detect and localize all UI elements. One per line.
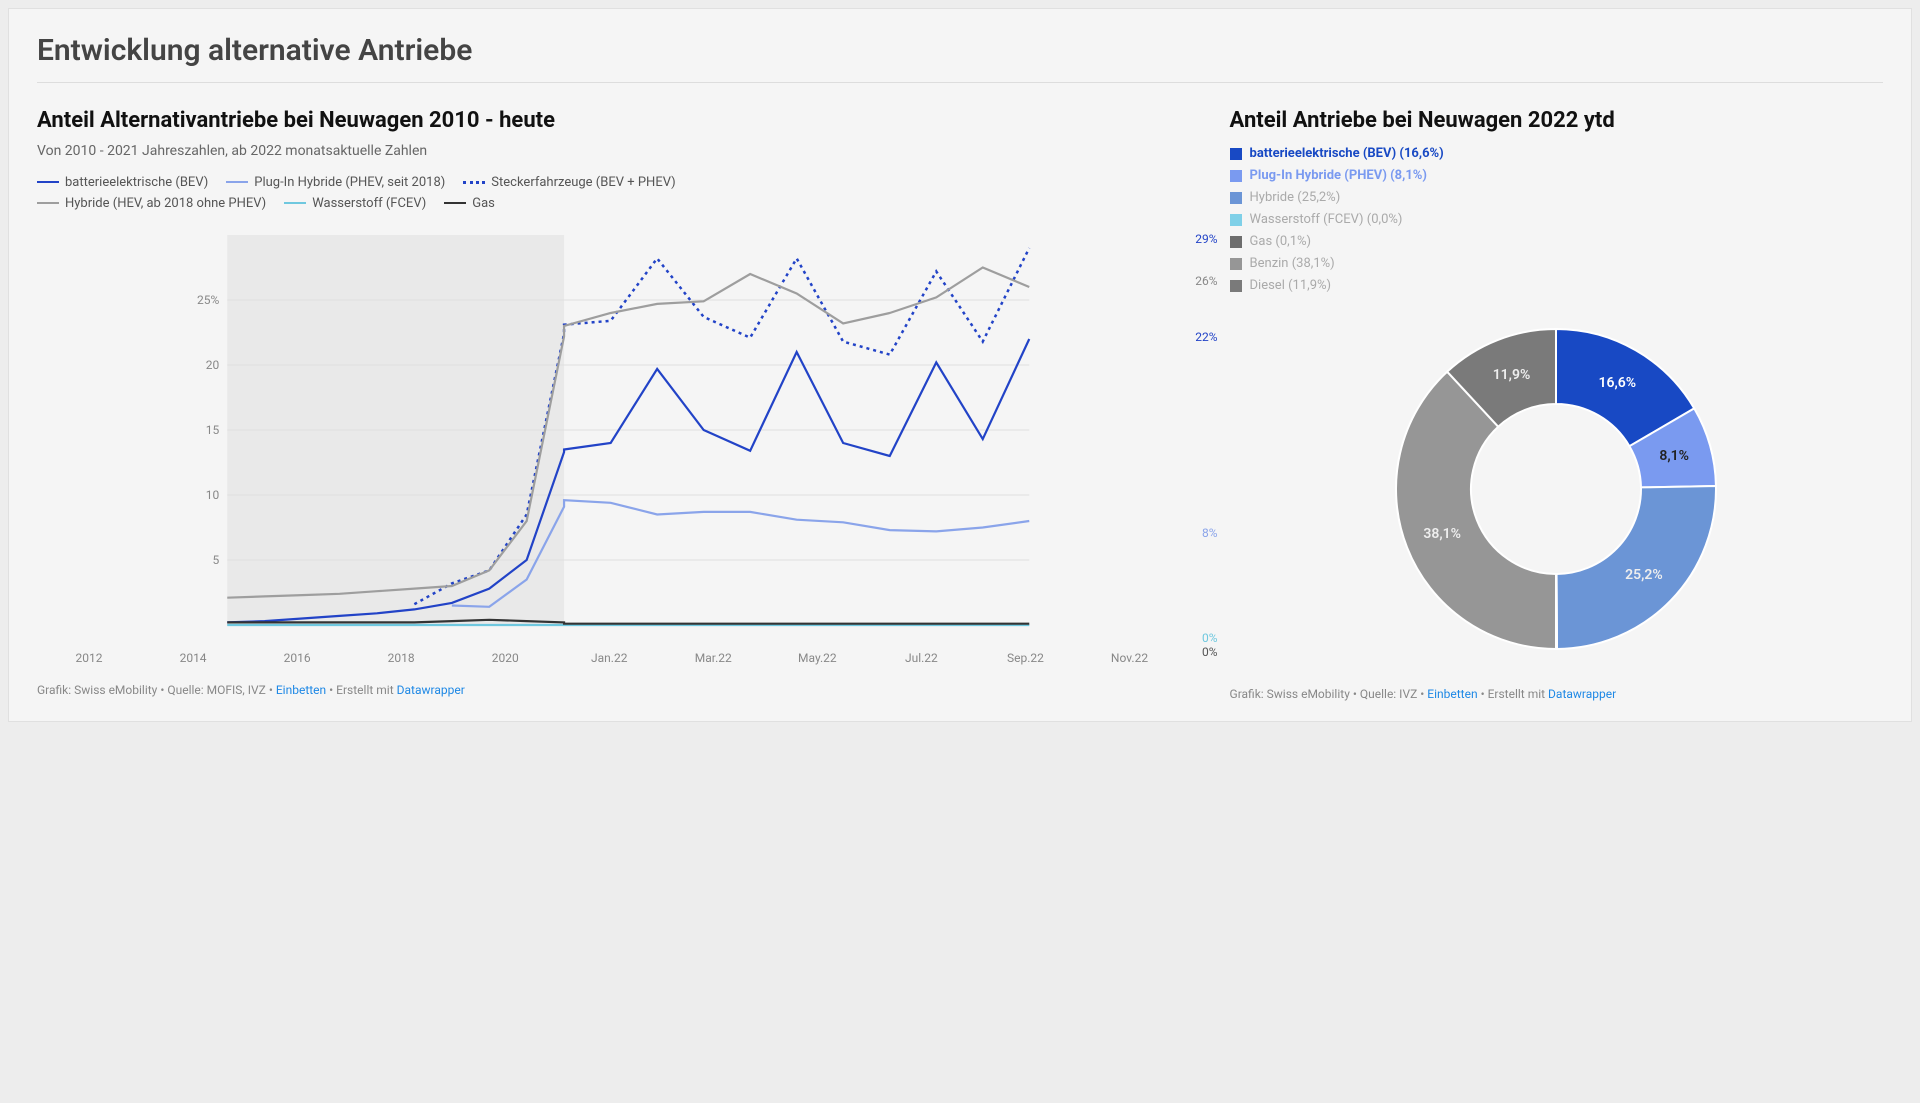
legend-phev: Plug-In Hybride (PHEV, seit 2018) [254,175,445,190]
end-label-gas: 0% [1202,645,1218,659]
donut-svg [1376,309,1736,669]
legend-bev: batterieelektrische (BEV) [65,175,208,190]
slice-label: 11,9% [1493,367,1531,383]
legend-fcev: Wasserstoff (FCEV) [312,196,426,211]
legend-plug: Steckerfahrzeuge (BEV + PHEV) [491,175,675,190]
line-chart-subtitle: Von 2010 - 2021 Jahreszahlen, ab 2022 mo… [37,143,1182,159]
donut-legend-item: Diesel (11,9%) [1230,275,1883,297]
svg-text:15: 15 [206,423,220,437]
donut-legend-item: Plug-In Hybride (PHEV) (8,1%) [1230,165,1883,187]
donut-legend: batterieelektrische (BEV) (16,6%)Plug-In… [1230,143,1883,298]
end-label-bev: 22% [1195,330,1217,344]
line-chart-title: Anteil Alternativantriebe bei Neuwagen 2… [37,107,1182,135]
svg-text:25%: 25% [197,293,219,307]
slice-label: 8,1% [1659,448,1689,464]
x-axis: 20122014201620182020Jan.22Mar.22May.22Ju… [37,651,1182,665]
divider [37,82,1883,83]
line-legend-row2: Hybride (HEV, ab 2018 ohne PHEV) Wassers… [37,196,1182,211]
line-chart-svg: 5 10 15 20 25% [37,225,1182,645]
donut-title: Anteil Antriebe bei Neuwagen 2022 ytd [1230,107,1883,135]
end-label-plug: 29% [1195,232,1217,246]
line-chart-footer: Grafik: Swiss eMobility • Quelle: MOFIS,… [37,683,1182,697]
line-chart: 510152025% 29%26%22%8%0%0% [37,225,1182,645]
svg-text:20: 20 [206,358,220,372]
embed-link-2[interactable]: Einbetten [1427,687,1477,701]
donut-chart-panel: Anteil Antriebe bei Neuwagen 2022 ytd ba… [1230,107,1883,701]
donut-chart: 16,6% 8,1% 25,2% 38,1% 11,9% [1376,309,1736,669]
donut-legend-item: Wasserstoff (FCEV) (0,0%) [1230,209,1883,231]
datawrapper-link-2[interactable]: Datawrapper [1548,687,1616,701]
slice-label: 25,2% [1625,567,1663,583]
slice-label: 38,1% [1423,526,1461,542]
donut-legend-item: Hybride (25,2%) [1230,187,1883,209]
donut-footer: Grafik: Swiss eMobility • Quelle: IVZ • … [1230,687,1883,701]
end-label-fcev: 0% [1202,631,1218,645]
slice-label: 16,6% [1598,375,1636,391]
page-title: Entwicklung alternative Antriebe [37,33,1883,68]
dashboard-panel: Entwicklung alternative Antriebe Anteil … [8,8,1912,722]
svg-text:10: 10 [206,488,220,502]
end-label-hev: 26% [1195,274,1217,288]
embed-link[interactable]: Einbetten [276,683,326,697]
datawrapper-link[interactable]: Datawrapper [397,683,465,697]
legend-hev: Hybride (HEV, ab 2018 ohne PHEV) [65,196,266,211]
line-chart-panel: Anteil Alternativantriebe bei Neuwagen 2… [37,107,1182,701]
svg-text:5: 5 [213,553,220,567]
donut-legend-item: Benzin (38,1%) [1230,253,1883,275]
donut-legend-item: batterieelektrische (BEV) (16,6%) [1230,143,1883,165]
end-label-phev: 8% [1202,526,1218,540]
line-legend-row1: batterieelektrische (BEV) Plug-In Hybrid… [37,175,1182,190]
legend-gas: Gas [472,196,495,211]
donut-legend-item: Gas (0,1%) [1230,231,1883,253]
